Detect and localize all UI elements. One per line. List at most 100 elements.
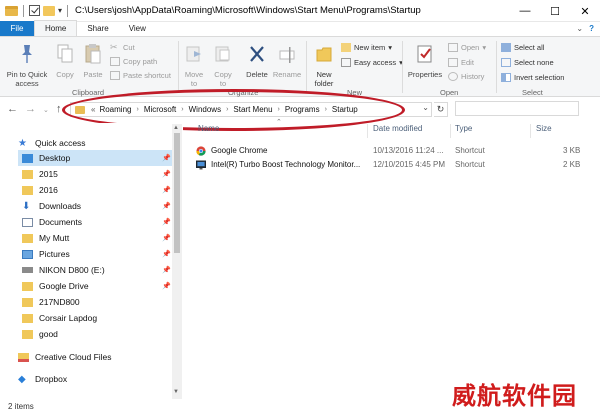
breadcrumb-roaming[interactable]: Roaming — [97, 105, 133, 114]
paste-label: Paste — [83, 70, 103, 79]
open-button[interactable]: Open ▾ — [448, 43, 486, 52]
forward-arrow-icon[interactable]: → — [25, 103, 36, 115]
chevron-right-icon[interactable]: › — [275, 106, 283, 113]
nav-item-label: Pictures — [39, 249, 70, 259]
chevron-down-icon[interactable]: ⌄ — [422, 103, 429, 112]
recent-locations-icon[interactable]: ⌄ — [43, 106, 49, 114]
new-folder-icon[interactable] — [43, 5, 55, 16]
new-item-button[interactable]: New item ▾ — [341, 43, 392, 52]
copy-to-button[interactable]: Copy to — [210, 43, 236, 88]
customize-toolbar-icon[interactable]: ▾ — [58, 6, 62, 15]
title-bar: ▾ C:\Users\josh\AppData\Roaming\Microsof… — [0, 0, 600, 22]
edit-button[interactable]: Edit — [448, 58, 474, 67]
nav-item-downloads[interactable]: ⬇ Downloads 📌 — [22, 198, 192, 214]
paste-button[interactable]: Paste — [80, 43, 106, 79]
refresh-icon[interactable]: ↻ — [434, 102, 448, 117]
easy-access-button[interactable]: Easy access ▾ — [341, 58, 403, 67]
pin-icon[interactable]: 📌 — [162, 266, 171, 274]
select-all-button[interactable]: Select all — [501, 43, 544, 52]
rename-button[interactable]: Rename — [272, 43, 302, 79]
scrollbar-thumb[interactable] — [174, 133, 180, 253]
nav-item-good[interactable]: good — [22, 326, 192, 342]
select-none-button[interactable]: Select none — [501, 58, 554, 67]
properties-button[interactable]: Properties — [405, 43, 445, 79]
search-input[interactable] — [455, 101, 579, 116]
properties-check-icon[interactable] — [29, 5, 40, 16]
nav-item-desktop[interactable]: Desktop 📌 — [18, 150, 174, 166]
divider[interactable] — [530, 124, 531, 138]
delete-button[interactable]: Delete — [242, 43, 272, 79]
nav-item-corsair-lapdog[interactable]: Corsair Lapdog — [22, 310, 192, 326]
copy-path-button[interactable]: Copy path — [110, 57, 157, 66]
breadcrumb-start-menu[interactable]: Start Menu — [231, 105, 274, 114]
nav-item-217nd800[interactable]: 217ND800 — [22, 294, 192, 310]
cut-label: Cut — [123, 43, 135, 52]
close-button[interactable]: ✕ — [570, 0, 600, 22]
back-arrow-icon[interactable]: ← — [7, 103, 18, 115]
breadcrumb-windows[interactable]: Windows — [187, 105, 223, 114]
file-size: 3 KB — [563, 146, 581, 155]
copy-button[interactable]: Copy — [52, 43, 78, 79]
pin-icon[interactable]: 📌 — [162, 170, 171, 178]
file-row[interactable]: Intel(R) Turbo Boost Technology Monitor.… — [196, 159, 586, 172]
nav-item-2015[interactable]: 2015 📌 — [22, 166, 192, 182]
new-folder-button[interactable]: New folder — [310, 43, 338, 88]
pin-icon[interactable]: 📌 — [162, 282, 171, 290]
address-overflow[interactable]: « — [89, 105, 97, 114]
divider[interactable] — [367, 124, 368, 138]
history-button[interactable]: History — [448, 72, 484, 81]
divider[interactable] — [450, 124, 451, 138]
chevron-right-icon[interactable]: › — [133, 106, 141, 113]
address-bar[interactable]: « Roaming › Microsoft › Windows › Start … — [70, 102, 432, 117]
chevron-right-icon[interactable]: › — [322, 106, 330, 113]
nav-item-dropbox[interactable]: ◆ Dropbox — [18, 371, 188, 387]
pin-icon[interactable]: 📌 — [162, 234, 171, 242]
cut-button[interactable]: ✂ Cut — [110, 43, 135, 53]
nav-item-documents[interactable]: Documents 📌 — [22, 214, 192, 230]
column-header-name[interactable]: Name — [198, 124, 219, 140]
tab-view[interactable]: View — [119, 21, 156, 36]
tab-share[interactable]: Share — [77, 21, 118, 36]
pin-icon[interactable]: 📌 — [162, 202, 171, 210]
move-to-button[interactable]: Move to — [181, 43, 207, 88]
pin-icon[interactable]: 📌 — [162, 250, 171, 258]
scroll-up-icon[interactable]: ▲ — [173, 125, 179, 131]
column-header-date[interactable]: Date modified — [373, 124, 422, 140]
help-icon[interactable]: ? — [589, 24, 594, 33]
scroll-down-icon[interactable]: ▼ — [173, 389, 179, 395]
copy-icon — [57, 44, 73, 63]
breadcrumb-microsoft[interactable]: Microsoft — [142, 105, 178, 114]
pin-icon[interactable]: 📌 — [162, 154, 171, 162]
watermark-logo: 威航软件园 — [452, 381, 577, 410]
pin-icon[interactable]: 📌 — [162, 218, 171, 226]
breadcrumb-programs[interactable]: Programs — [283, 105, 322, 114]
column-header-size[interactable]: Size — [536, 124, 552, 140]
chevron-right-icon[interactable]: › — [178, 106, 186, 113]
paste-shortcut-button[interactable]: Paste shortcut — [110, 71, 171, 80]
collapse-ribbon-icon[interactable]: ⌄ — [576, 24, 583, 33]
maximize-button[interactable]: ☐ — [540, 0, 570, 22]
invert-selection-button[interactable]: Invert selection — [501, 73, 564, 82]
history-label: History — [461, 72, 485, 81]
nav-item-label: Documents — [39, 217, 82, 227]
nav-item-2016[interactable]: 2016 📌 — [22, 182, 192, 198]
nav-item-label: 217ND800 — [39, 297, 80, 307]
up-arrow-icon[interactable]: ↑ — [56, 103, 62, 115]
nav-item-pictures[interactable]: Pictures 📌 — [22, 246, 192, 262]
file-name: Intel(R) Turbo Boost Technology Monitor.… — [211, 160, 361, 169]
minimize-button[interactable]: — — [510, 0, 540, 22]
nav-item-nikon-drive[interactable]: NIKON D800 (E:) 📌 — [22, 262, 192, 278]
nav-item-creative-cloud[interactable]: Creative Cloud Files — [18, 349, 188, 365]
nav-item-my-mutt[interactable]: My Mutt 📌 — [22, 230, 192, 246]
nav-item-google-drive[interactable]: Google Drive 📌 — [22, 278, 192, 294]
tab-file[interactable]: File — [0, 21, 34, 36]
breadcrumb-startup[interactable]: Startup — [330, 105, 360, 114]
file-row[interactable]: Google Chrome 10/13/2016 11:24 ... Short… — [196, 145, 586, 158]
nav-item-quick-access[interactable]: ★ Quick access — [18, 135, 188, 151]
paste-shortcut-label: Paste shortcut — [123, 71, 171, 80]
column-header-type[interactable]: Type — [455, 124, 472, 140]
chevron-right-icon[interactable]: › — [223, 106, 231, 113]
pin-icon[interactable]: 📌 — [162, 186, 171, 194]
tab-home[interactable]: Home — [34, 20, 78, 36]
pin-to-quick-access-button[interactable]: Pin to Quick access — [2, 43, 52, 88]
